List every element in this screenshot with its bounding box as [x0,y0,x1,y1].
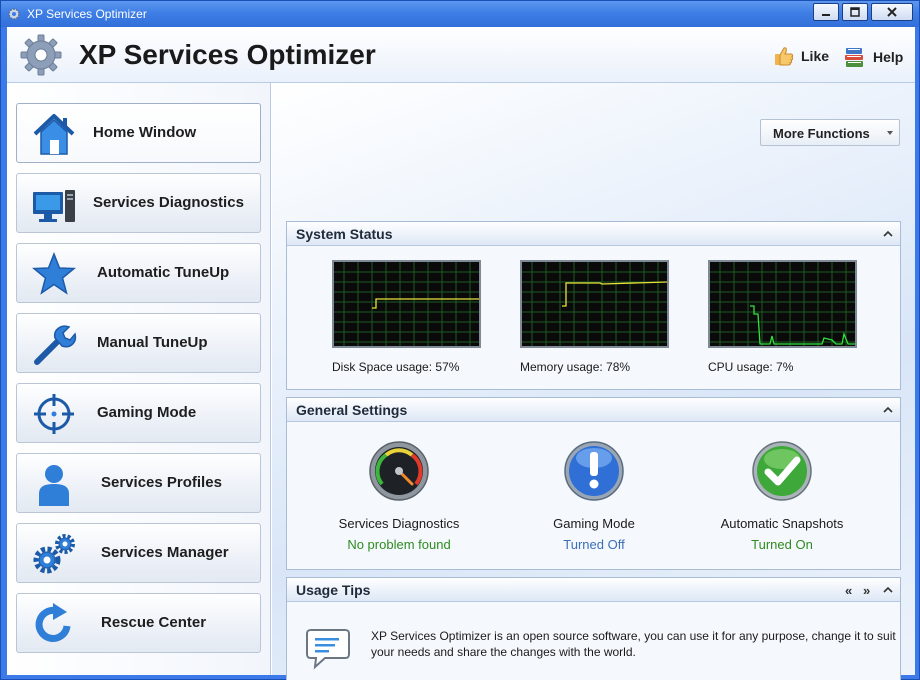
disk-usage-graph [332,260,481,348]
sidebar-item-gaming-mode[interactable]: Gaming Mode [16,383,261,443]
help-link[interactable]: Help [843,45,903,69]
app-title: XP Services Optimizer [79,39,376,70]
app-header: XP Services Optimizer Like Help [7,27,915,83]
sidebar-item-label: Services Profiles [101,474,222,491]
maximize-icon [850,7,860,17]
computer-icon [33,190,75,222]
sidebar-item-home-window[interactable]: Home Window [16,103,261,163]
close-icon [887,7,897,17]
setting-name: Automatic Snapshots [720,516,844,531]
more-functions-button[interactable]: More Functions [760,119,900,146]
sidebar-item-services-manager[interactable]: Services Manager [16,523,261,583]
maximize-button[interactable] [842,3,868,21]
panel-title: System Status [296,226,393,242]
sidebar-item-label: Automatic TuneUp [97,264,230,281]
gears-icon [33,534,75,574]
chevron-down-icon [887,131,893,135]
crosshair-icon [34,394,74,434]
setting-status: No problem found [347,537,451,552]
sidebar: Home Window Services Diagnostics Automat… [7,83,271,675]
panel-header[interactable]: Usage Tips « » [287,578,900,602]
collapse-icon[interactable] [882,404,894,416]
checkmark-icon [752,441,812,501]
gear-icon [8,8,20,20]
previous-tip-button[interactable]: « [845,583,852,598]
disk-usage-line [372,298,479,309]
main-content: More Functions System Status Disk Space … [272,83,915,680]
setting-services-diagnostics[interactable]: Services Diagnostics No problem found [309,440,489,552]
sidebar-item-services-profiles[interactable]: Services Profiles [16,453,261,513]
speedometer-icon [369,441,429,501]
sidebar-item-automatic-tuneup[interactable]: Automatic TuneUp [16,243,261,303]
sidebar-item-manual-tuneup[interactable]: Manual TuneUp [16,313,261,373]
speech-bubble-icon [306,629,350,670]
memory-usage-label: Memory usage: 78% [520,360,631,374]
exclamation-icon [564,441,624,501]
wrench-icon [34,325,77,365]
setting-status: Turned On [751,537,813,552]
user-icon [39,465,69,506]
sidebar-item-label: Manual TuneUp [97,334,208,351]
collapse-icon[interactable] [882,584,894,596]
sidebar-item-rescue-center[interactable]: Rescue Center [16,593,261,653]
gear-icon [20,34,62,76]
books-icon [845,48,863,67]
help-label: Help [873,49,904,65]
panel-header[interactable]: General Settings [287,398,900,422]
collapse-icon[interactable] [882,228,894,240]
thumbs-up-icon [775,47,794,66]
home-icon [33,114,75,155]
sidebar-item-services-diagnostics[interactable]: Services Diagnostics [16,173,261,233]
more-functions-label: More Functions [773,126,870,141]
like-label: Like [801,48,830,64]
minimize-icon [822,14,830,16]
cpu-usage-graph [708,260,857,348]
next-tip-button[interactable]: » [863,583,870,598]
setting-automatic-snapshots[interactable]: Automatic Snapshots Turned On [692,440,872,552]
sidebar-item-label: Home Window [93,124,197,141]
sidebar-item-label: Gaming Mode [97,404,197,421]
panel-title: Usage Tips [296,582,371,598]
memory-usage-graph [520,260,669,348]
window-title: XP Services Optimizer [27,7,147,21]
cpu-usage-label: CPU usage: 7% [708,360,794,374]
usage-tips-panel: Usage Tips « » XP Services Optimizer is … [286,577,901,680]
client-area: XP Services Optimizer Like Help Home Win… [7,27,915,680]
tip-text: XP Services Optimizer is an open source … [371,629,896,659]
minimize-button[interactable] [813,3,839,21]
panel-title: General Settings [296,402,408,418]
setting-name: Gaming Mode [553,516,635,531]
disk-usage-label: Disk Space usage: 57% [332,360,460,374]
setting-status: Turned Off [563,537,625,552]
close-button[interactable] [871,3,913,21]
general-settings-panel: General Settings Services Diagnostics No… [286,397,901,570]
like-link[interactable]: Like [773,45,829,67]
refresh-icon [35,603,71,642]
setting-gaming-mode[interactable]: Gaming Mode Turned Off [504,440,684,552]
sidebar-item-label: Services Diagnostics [93,194,244,211]
system-status-panel: System Status Disk Space usage: 57% Memo… [286,221,901,390]
sidebar-item-label: Rescue Center [101,614,207,631]
app-window: XP Services Optimizer XP Services Optimi… [0,0,920,680]
panel-header[interactable]: System Status [287,222,900,246]
star-icon [31,252,77,295]
title-bar[interactable]: XP Services Optimizer [1,1,919,27]
setting-name: Services Diagnostics [338,516,460,531]
sidebar-item-label: Services Manager [101,544,229,561]
